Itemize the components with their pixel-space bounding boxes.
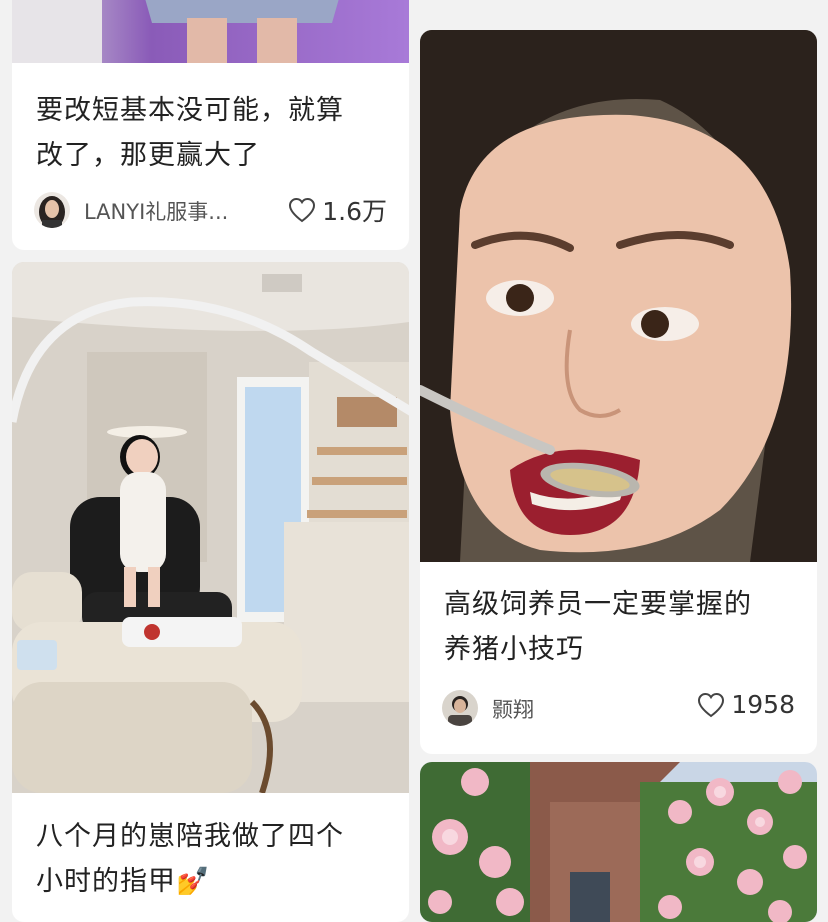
card-title-line2: 养猪小技巧 xyxy=(444,634,584,665)
woman-spoon-image xyxy=(420,30,817,562)
feed-card-3[interactable]: 高级饲养员一定要掌握的 养猪小技巧 颢翔 1958 xyxy=(420,30,817,754)
like-button[interactable]: 1.6万 xyxy=(288,192,387,228)
author-name[interactable]: LANYI礼服事... xyxy=(84,196,228,226)
like-count: 1958 xyxy=(731,690,795,719)
card-title-line1: 八个月的崽陪我做了四个 xyxy=(36,821,344,852)
like-button[interactable]: 1958 xyxy=(697,690,795,719)
heart-outline-icon xyxy=(289,197,316,223)
heart-outline-icon xyxy=(698,692,725,717)
nail-salon-baby-image xyxy=(12,262,409,793)
card-image[interactable] xyxy=(12,262,409,793)
card-image[interactable] xyxy=(420,30,817,562)
like-count: 1.6万 xyxy=(322,197,387,226)
feed-card-2[interactable]: 八个月的崽陪我做了四个 小时的指甲💅 xyxy=(12,262,409,922)
man-avatar-icon xyxy=(442,690,478,726)
author-name[interactable]: 颢翔 xyxy=(492,694,534,724)
card-image[interactable] xyxy=(420,762,817,922)
card-title-line2: 改了，那更赢大了 xyxy=(36,140,260,171)
card-image[interactable] xyxy=(12,0,409,63)
woman-avatar-icon xyxy=(34,192,70,228)
author-avatar[interactable] xyxy=(442,690,478,726)
card-title-line1: 要改短基本没可能，就算 xyxy=(36,95,344,126)
feed-card-4[interactable] xyxy=(420,762,817,922)
author-avatar[interactable] xyxy=(34,192,70,228)
roses-house-image xyxy=(420,762,817,922)
nail-polish-emoji: 💅 xyxy=(176,866,211,897)
stage-dress-image xyxy=(12,0,409,63)
card-title-line2: 小时的指甲💅 xyxy=(36,859,389,904)
feed-card-1[interactable]: 要改短基本没可能，就算 改了，那更赢大了 LANYI礼服事... 1.6万 xyxy=(12,0,409,250)
card-title-text: 小时的指甲 xyxy=(36,866,176,897)
card-title-line1: 高级饲养员一定要掌握的 xyxy=(444,589,752,620)
